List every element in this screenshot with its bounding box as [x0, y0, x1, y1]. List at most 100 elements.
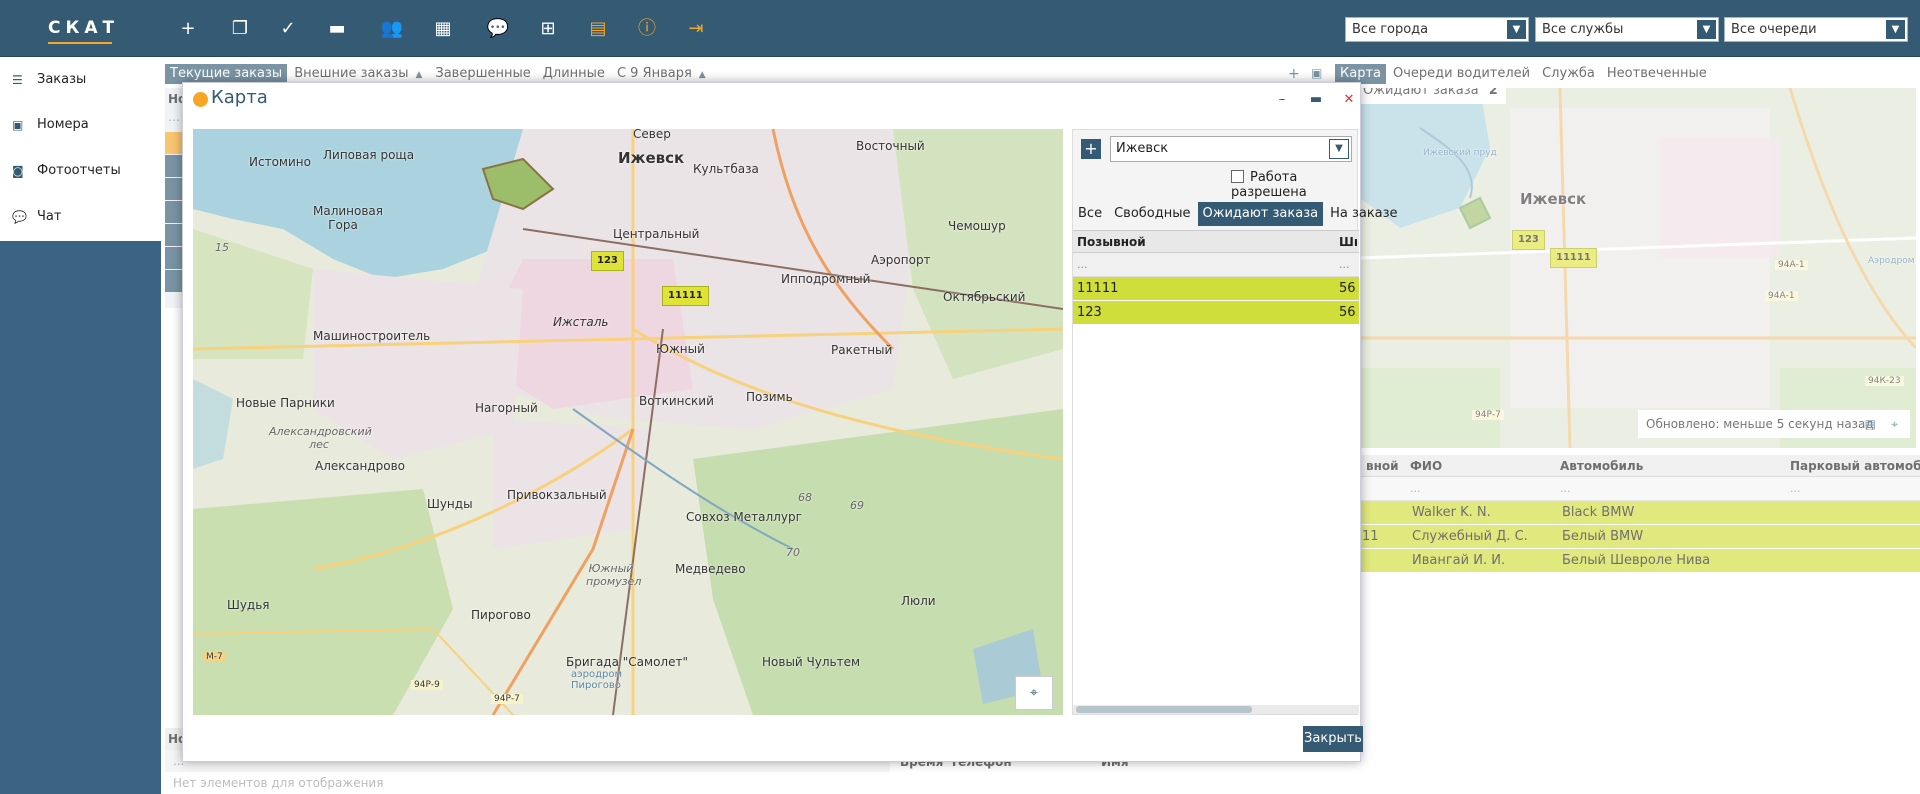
camera-icon: ◙	[12, 164, 24, 178]
service-filter-select[interactable]: Все службы ▼	[1535, 17, 1719, 42]
map-label: 68	[798, 491, 812, 504]
id-badge-icon: ▣	[12, 118, 24, 132]
drivers-panel: + Ижевск ▼ Работа разрешена Все Свободные…	[1072, 129, 1398, 715]
minimize-icon[interactable]: –	[1273, 91, 1291, 109]
table-row[interactable]: Ивангай И. И. Белый Шевроле Нива	[1360, 549, 1920, 573]
add-button[interactable]: +	[1081, 139, 1101, 159]
city-select[interactable]: Ижевск ▼	[1110, 136, 1352, 162]
filter-input[interactable]: ...	[1560, 477, 1571, 501]
city-filter-select[interactable]: Все города ▼	[1345, 17, 1529, 42]
drivers-grid: вной ФИО Автомобиль Парковый автомобиль …	[1360, 455, 1920, 794]
users-icon[interactable]: 👥	[380, 18, 404, 40]
work-allowed-checkbox[interactable]: Работа разрешена	[1231, 170, 1357, 200]
map-label-airfield: Аэродром	[1868, 256, 1915, 266]
drivers-table-filter: ......	[1073, 253, 1359, 277]
road-label: 94К-23	[1865, 376, 1904, 386]
waiting-label: Ожидают заказа	[1363, 88, 1479, 98]
tab-on-order[interactable]: На заказе	[1325, 202, 1402, 226]
table-icon[interactable]: ⊞	[536, 18, 560, 40]
map-label: Нагорный	[475, 401, 538, 415]
tab-external-orders[interactable]: Внешние заказы	[289, 64, 413, 84]
calculator-icon[interactable]: ▤	[586, 18, 610, 40]
table-row[interactable]: 11 Служебный Д. С. Белый BMW	[1360, 525, 1920, 549]
service-filter-value: Все службы	[1542, 22, 1624, 37]
locate-icon[interactable]: ⌖	[1015, 676, 1053, 710]
driver-marker-11111[interactable]: 11111	[1550, 248, 1597, 268]
table-row[interactable]: 123 56.8	[1073, 301, 1359, 325]
comments-icon[interactable]: 💬	[486, 18, 510, 40]
locate-icon[interactable]: ⌖	[1891, 410, 1898, 438]
driver-car: Black BMW	[1562, 505, 1635, 520]
city-select-value: Ижевск	[1116, 141, 1169, 156]
tab-map[interactable]: Карта	[1335, 64, 1386, 84]
map-label: Север	[633, 129, 671, 141]
column-header-callsign: вной	[1366, 459, 1399, 473]
check-icon[interactable]: ✓	[276, 18, 300, 40]
close-button[interactable]: Закрыть	[1303, 726, 1363, 752]
driver-marker-123[interactable]: 123	[1512, 230, 1545, 250]
right-map[interactable]: Ожидают заказа 2 Ижевский пруд Ижевск Аэ…	[1360, 88, 1916, 448]
filter-input[interactable]: ...	[1410, 477, 1421, 501]
scrollbar-thumb[interactable]	[1076, 706, 1252, 713]
driver-marker-11111[interactable]: 11111	[662, 286, 709, 306]
tab-unanswered[interactable]: Неотвеченные	[1602, 64, 1712, 84]
sidebar-item-chat[interactable]: 💬 Чат	[0, 197, 161, 237]
tab-free[interactable]: Свободные	[1109, 202, 1195, 226]
right-map-tiles	[1360, 88, 1916, 448]
driver-name: Ивангай И. И.	[1412, 553, 1506, 568]
queue-filter-select[interactable]: Все очереди ▼	[1724, 17, 1908, 42]
map-label: Центральный	[613, 227, 700, 241]
table-row[interactable]: Walker K. N. Black BMW	[1360, 501, 1920, 525]
tab-service[interactable]: Служба	[1537, 64, 1600, 84]
filter-input[interactable]: ...	[1790, 477, 1801, 501]
map-label: Чемошур	[948, 219, 1006, 233]
checkbox-box[interactable]	[1231, 170, 1244, 183]
tab-driver-queues[interactable]: Очереди водителей	[1388, 64, 1535, 84]
list-icon: ☰	[12, 73, 23, 87]
calendar-icon[interactable]: ▦	[431, 18, 455, 40]
card-icon[interactable]: ▬	[325, 18, 349, 40]
filter-input[interactable]: ...	[1073, 253, 1335, 277]
driver-marker-123[interactable]: 123	[591, 251, 624, 271]
tab-all[interactable]: Все	[1073, 202, 1107, 226]
tab-completed[interactable]: Завершенные	[430, 64, 535, 84]
sidebar-item-numbers[interactable]: ▣ Номера	[0, 105, 161, 145]
map-label: 70	[786, 546, 800, 559]
sidebar-item-label: Фотоотчеты	[37, 163, 121, 178]
top-toolbar: СКАТ + ❐ ✓ ▬ 👥 ▦ 💬 ⊞ ▤ ⓘ ⇥ Все города ▼ …	[0, 0, 1920, 57]
sidebar-item-orders[interactable]: ☰ Заказы	[0, 60, 161, 100]
close-icon[interactable]: ✕	[1340, 91, 1358, 109]
column-header-lat: Шир	[1339, 235, 1357, 249]
tab-from-january-9[interactable]: С 9 Января	[612, 64, 697, 84]
driver-lat: 56.8	[1339, 305, 1357, 320]
sidebar-item-label: Чат	[37, 209, 62, 224]
logout-icon[interactable]: ⇥	[684, 18, 708, 40]
tab-long[interactable]: Длинные	[538, 64, 610, 84]
driver-lat: 56.8	[1339, 281, 1357, 296]
sidebar-menu: ☰ Заказы ▣ Номера ◙ Фотоотчеты 💬 Чат	[0, 58, 161, 241]
app-logo[interactable]: СКАТ	[48, 16, 114, 44]
map-view[interactable]: Ижевск Север Истомино Липовая роща Культ…	[193, 129, 1063, 715]
column-header-callsign: Позывной	[1077, 235, 1146, 249]
horizontal-scrollbar[interactable]	[1073, 705, 1359, 714]
road-label: 94Р-7	[1472, 410, 1504, 420]
info-icon[interactable]: ⓘ	[635, 18, 659, 40]
tab-current-orders[interactable]: Текущие заказы	[165, 64, 288, 84]
save-icon[interactable]: ▣	[1311, 66, 1322, 80]
chevron-down-icon: ▼	[1329, 139, 1349, 159]
map-label: Южный	[656, 342, 705, 356]
table-row[interactable]: 11111 56.8	[1073, 277, 1359, 301]
copy-icon[interactable]: ❐	[228, 18, 252, 40]
map-label: Ижевск	[618, 149, 685, 167]
globe-icon	[193, 92, 208, 107]
driver-name: Служебный Д. С.	[1412, 529, 1528, 544]
sidebar-item-photo-reports[interactable]: ◙ Фотоотчеты	[0, 151, 161, 191]
updated-status: Обновлено: меньше 5 секунд назад ▤ ⌖	[1638, 410, 1910, 438]
maximize-icon[interactable]: ▬	[1307, 91, 1325, 109]
chevron-down-icon: ▼	[1697, 20, 1716, 39]
add-icon[interactable]: +	[1288, 66, 1300, 82]
add-icon[interactable]: +	[176, 18, 200, 40]
calculator-icon[interactable]: ▤	[1865, 410, 1876, 438]
tab-waiting[interactable]: Ожидают заказа	[1197, 202, 1324, 226]
filter-input[interactable]: ...	[1335, 253, 1357, 277]
